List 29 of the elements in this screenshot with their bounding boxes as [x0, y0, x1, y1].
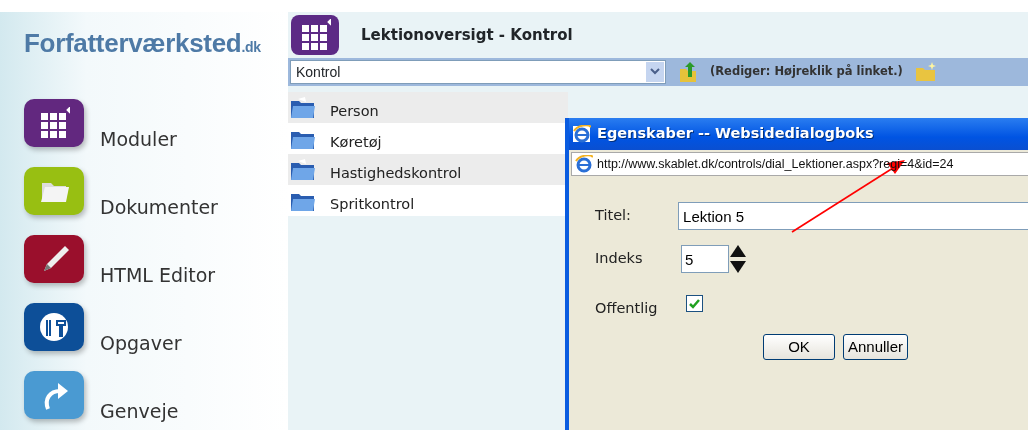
title-field[interactable]: Lektion 5 — [678, 202, 1028, 230]
cancel-button[interactable]: Annuller — [843, 333, 909, 361]
folder-icon — [290, 96, 316, 119]
page-title: Lektionoversigt - Kontrol — [361, 24, 573, 46]
dropdown-field[interactable]: Kontrol — [290, 60, 666, 84]
folder-item[interactable]: Køretøj — [330, 123, 382, 154]
sidebar-item[interactable]: Genveje — [100, 396, 179, 425]
dialog-title: Egenskaber -- Websidedialogboks — [597, 124, 874, 144]
logo-text: Forfatterværksted.dk — [24, 27, 261, 60]
ok-button[interactable]: OK — [763, 333, 835, 361]
folder-item[interactable]: Person — [330, 92, 379, 123]
field-label: Offentlig — [595, 299, 659, 318]
sidebar-item[interactable]: Dokumenter — [100, 192, 218, 221]
browser-icon — [575, 155, 593, 173]
checkbox[interactable] — [686, 295, 703, 313]
hint-text: (Rediger: Højreklik på linket.) — [710, 63, 903, 81]
grid-icon[interactable] — [24, 99, 84, 147]
sidebar-item[interactable]: Opgaver — [100, 328, 182, 357]
sidebar-item[interactable]: Moduler — [100, 124, 177, 153]
browser-icon — [573, 125, 591, 143]
tools-icon[interactable] — [24, 303, 84, 351]
sidebar-item[interactable]: HTML Editor — [100, 260, 216, 289]
spinner-arrows-icon[interactable] — [729, 244, 747, 274]
field-label: Indeks — [595, 249, 644, 269]
grid-icon — [291, 15, 339, 55]
index-field[interactable]: 5 — [681, 245, 729, 273]
folder-icon — [290, 158, 316, 181]
pencil-icon[interactable] — [24, 235, 84, 283]
field-label: Titel: — [595, 206, 632, 226]
